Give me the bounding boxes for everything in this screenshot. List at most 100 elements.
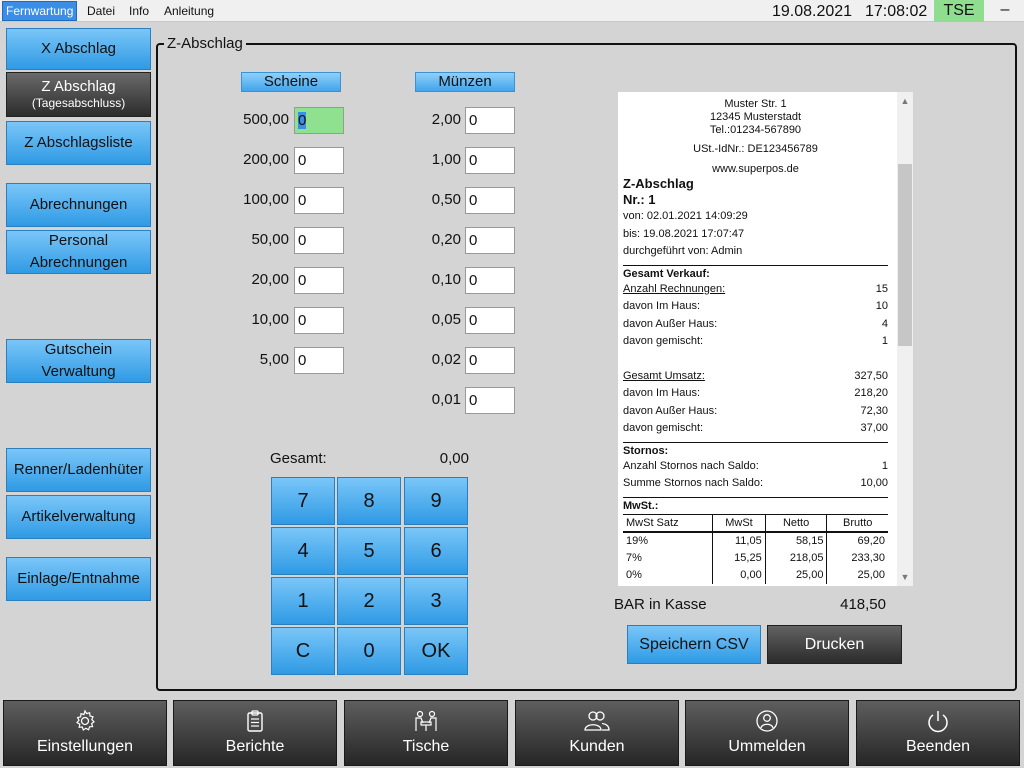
menu-info[interactable]: Info xyxy=(126,2,152,20)
personal-abrechnungen-button[interactable]: Personal Abrechnungen xyxy=(6,230,151,274)
schein-10-label: 10,00 xyxy=(251,311,289,328)
receipt-separator xyxy=(623,496,888,498)
muenze-010-input[interactable]: 0 xyxy=(465,267,515,294)
schein-20-input[interactable]: 0 xyxy=(294,267,344,294)
print-button[interactable]: Drucken xyxy=(767,625,902,664)
mwst-cell: 7% xyxy=(626,551,642,564)
receipt-scrollbar[interactable]: ▲ ▼ xyxy=(897,92,913,586)
receipt-row-umsatz: Gesamt Umsatz: 327,50 xyxy=(623,368,888,386)
receipt-gesamt-verkauf: Gesamt Verkauf: xyxy=(623,267,710,280)
receipt-stornos: Stornos: xyxy=(623,444,669,457)
muenze-1-input[interactable]: 0 xyxy=(465,147,515,174)
muenze-005-label: 0,05 xyxy=(431,311,461,328)
schein-50-input[interactable]: 0 xyxy=(294,227,344,254)
key-0[interactable]: 0 xyxy=(337,627,401,675)
clipboard-icon xyxy=(247,710,263,732)
minimize-button[interactable]: – xyxy=(996,0,1014,22)
tische-button[interactable]: Tische xyxy=(344,700,508,766)
key-6[interactable]: 6 xyxy=(404,527,468,575)
artikel-label: Artikelverwaltung xyxy=(21,508,136,526)
mwst-col-brutto: Brutto xyxy=(826,514,888,533)
schein-500-input[interactable]: 0 xyxy=(294,107,344,134)
x-abschlag-button[interactable]: X Abschlag xyxy=(6,28,151,70)
save-csv-button[interactable]: Speichern CSV xyxy=(627,625,761,664)
personal-label-2: Abrechnungen xyxy=(29,254,128,271)
anzahl-value: 15 xyxy=(875,282,888,295)
artikelverwaltung-button[interactable]: Artikelverwaltung xyxy=(6,495,151,539)
beenden-label: Beenden xyxy=(905,738,971,755)
beenden-button[interactable]: Beenden xyxy=(856,700,1020,766)
scroll-up-icon[interactable]: ▲ xyxy=(897,94,913,108)
receipt-separator xyxy=(623,264,888,266)
muenze-010-label: 0,10 xyxy=(431,271,461,288)
receipt-von: von: 02.01.2021 14:09:29 xyxy=(623,210,748,222)
mwst-col-mwst: MwSt xyxy=(712,514,766,533)
z-abschlag-label: Z Abschlag xyxy=(41,78,116,96)
schein-500-label: 500,00 xyxy=(243,111,289,128)
menu-anleitung[interactable]: Anleitung xyxy=(161,2,217,20)
im-haus-label: davon Im Haus: xyxy=(623,300,701,312)
gemischt-value: 1 xyxy=(881,335,888,347)
receipt-phone: Tel.:01234-567890 xyxy=(709,124,802,136)
berichte-button[interactable]: Berichte xyxy=(173,700,337,766)
receipt-bis: bis: 19.08.2021 17:07:47 xyxy=(623,227,745,240)
key-3[interactable]: 3 xyxy=(404,577,468,625)
gutschein-verwaltung-button[interactable]: Gutschein Verwaltung xyxy=(6,339,151,383)
ausser-haus-label: davon Außer Haus: xyxy=(623,317,718,330)
z-abschlagsliste-label: Z Abschlagsliste xyxy=(24,134,133,152)
muenze-005-input[interactable]: 0 xyxy=(465,307,515,334)
schein-20-label: 20,00 xyxy=(251,271,289,288)
einlage-entnahme-button[interactable]: Einlage/Entnahme xyxy=(6,557,151,601)
key-2[interactable]: 2 xyxy=(337,577,401,625)
key-8[interactable]: 8 xyxy=(337,477,401,525)
receipt-row-gemischt: davon gemischt: 1 xyxy=(623,333,888,351)
schein-10-input[interactable]: 0 xyxy=(294,307,344,334)
scroll-thumb[interactable] xyxy=(898,164,912,346)
u-im-haus-label: davon Im Haus: xyxy=(623,387,701,399)
muenze-020-label: 0,20 xyxy=(431,231,461,248)
mwst-table: MwSt Satz MwSt Netto Brutto 19% 11,05 58… xyxy=(623,514,888,584)
mwst-cell: 25,00 xyxy=(826,566,888,584)
scroll-down-icon[interactable]: ▼ xyxy=(897,570,913,584)
key-ok[interactable]: OK xyxy=(404,627,468,675)
schein-200-input[interactable]: 0 xyxy=(294,147,344,174)
receipt-row-im-haus: davon Im Haus: 10 xyxy=(623,298,888,316)
receipt-mwst: MwSt.: xyxy=(623,499,659,512)
u-ausser-haus-label: davon Außer Haus: xyxy=(623,404,718,417)
einstellungen-button[interactable]: Einstellungen xyxy=(3,700,167,766)
z-abschlag-button[interactable]: Z Abschlag (Tagesabschluss) xyxy=(6,72,151,117)
muenze-020-input[interactable]: 0 xyxy=(465,227,515,254)
mwst-row: 0% 0,00 25,00 25,00 xyxy=(623,566,888,584)
scheine-header: Scheine xyxy=(241,72,341,92)
receipt-row-stornos-anzahl: Anzahl Stornos nach Saldo: 1 xyxy=(623,458,888,476)
muenze-050-input[interactable]: 0 xyxy=(465,187,515,214)
receipt-web: www.superpos.de xyxy=(712,163,799,175)
schein-100-input[interactable]: 0 xyxy=(294,187,344,214)
key-7[interactable]: 7 xyxy=(271,477,335,525)
muenze-002-input[interactable]: 0 xyxy=(465,347,515,374)
menu-datei[interactable]: Datei xyxy=(84,2,118,20)
ummelden-button[interactable]: Ummelden xyxy=(685,700,849,766)
renner-ladenhueter-button[interactable]: Renner/Ladenhüter xyxy=(6,448,151,492)
key-clear[interactable]: C xyxy=(271,627,335,675)
key-5[interactable]: 5 xyxy=(337,527,401,575)
kunden-button[interactable]: Kunden xyxy=(515,700,679,766)
key-9[interactable]: 9 xyxy=(404,477,468,525)
receipt-address-1: Muster Str. 1 xyxy=(724,98,787,110)
power-icon xyxy=(928,711,948,733)
receipt-row-u-im-haus: davon Im Haus: 218,20 xyxy=(623,385,888,403)
key-4[interactable]: 4 xyxy=(271,527,335,575)
receipt-preview[interactable]: Muster Str. 1 12345 Musterstadt Tel.:012… xyxy=(618,92,913,586)
muenze-2-input[interactable]: 0 xyxy=(465,107,515,134)
muenze-001-input[interactable]: 0 xyxy=(465,387,515,414)
abrechnungen-button[interactable]: Abrechnungen xyxy=(6,183,151,227)
menu-fernwartung[interactable]: Fernwartung xyxy=(2,1,78,21)
schein-500-value: 0 xyxy=(298,112,307,129)
muenzen-header: Münzen xyxy=(415,72,515,92)
schein-5-label: 5,00 xyxy=(259,351,289,368)
z-abschlagsliste-button[interactable]: Z Abschlagsliste xyxy=(6,121,151,165)
key-1[interactable]: 1 xyxy=(271,577,335,625)
bar-in-kasse-value: 418,50 xyxy=(840,596,886,613)
table-icon xyxy=(415,710,437,731)
schein-5-input[interactable]: 0 xyxy=(294,347,344,374)
